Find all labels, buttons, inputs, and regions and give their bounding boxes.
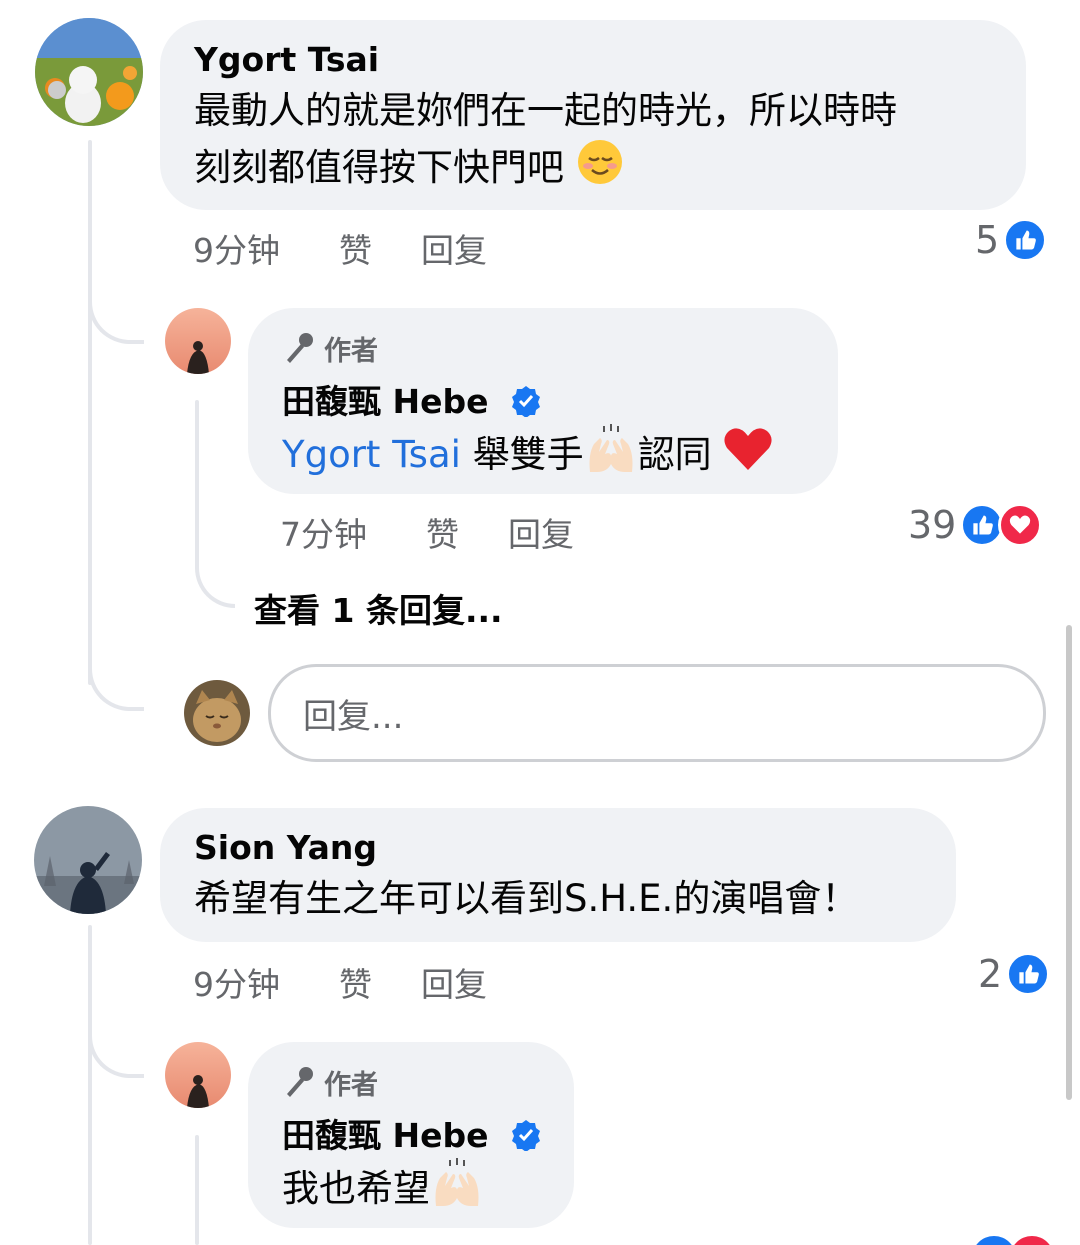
timestamp: 7分钟 [280, 515, 367, 554]
comment-bubble-2[interactable]: Sion Yang 希望有生之年可以看到S.H.E.的演唱會！ [160, 808, 956, 942]
reaction-count: 2 [978, 952, 1003, 996]
reaction-summary-1[interactable]: 5 [975, 218, 1048, 262]
avatar-sion-yang[interactable] [34, 806, 142, 914]
like-reaction-icon [1003, 218, 1048, 262]
timestamp: 9分钟 [193, 231, 280, 270]
reaction-count: 5 [975, 218, 1000, 262]
thread-line-2 [88, 925, 92, 1245]
commenter-name[interactable]: Sion Yang [194, 828, 956, 868]
reply-text: 我也希望 [282, 1158, 574, 1223]
raising-hands-emoji [430, 1158, 484, 1223]
reply-button[interactable]: 回复 [421, 958, 487, 1006]
verified-badge-icon [510, 385, 542, 418]
thread-branch-1 [88, 300, 144, 344]
comment-bubble-1[interactable]: Ygort Tsai 最動人的就是妳們在一起的時光，所以時時 刻刻都值得按下快門… [160, 20, 1026, 210]
reaction-summary-reply-1[interactable]: 39 [908, 503, 1043, 547]
commenter-name[interactable]: Ygort Tsai [194, 40, 1026, 80]
reply-input-placeholder: 回复... [303, 696, 404, 737]
scrollbar[interactable] [1066, 625, 1072, 1100]
mention-link[interactable]: Ygort Tsai [282, 433, 461, 476]
raising-hands-emoji [584, 424, 638, 489]
reply-button[interactable]: 回复 [508, 508, 574, 556]
smiling-face-emoji [576, 138, 624, 201]
reply-input[interactable]: 回复... [268, 664, 1046, 762]
reaction-count: 39 [908, 503, 957, 547]
reply-button[interactable]: 回复 [421, 224, 487, 272]
reaction-summary-2[interactable]: 2 [978, 952, 1051, 996]
comment-meta-2: 9分钟 赞 回复 [193, 958, 487, 1006]
avatar-current-user[interactable] [184, 680, 250, 746]
view-replies-link[interactable]: 查看 1 条回复... [254, 584, 503, 632]
thread-line-reply-2 [195, 1135, 199, 1245]
like-button[interactable]: 赞 [426, 508, 508, 556]
author-tag-label: 作者 [324, 335, 378, 367]
thread-line-reply-1 [195, 400, 199, 570]
reply-author-name[interactable]: 田馥甄 Hebe [282, 1116, 574, 1156]
like-button[interactable]: 赞 [339, 958, 421, 1006]
reply-bubble-2[interactable]: 作者 田馥甄 Hebe 我也希望 [248, 1042, 574, 1228]
like-reaction-icon [1006, 952, 1051, 996]
microphone-icon [287, 333, 313, 363]
reaction-summary-reply-2-partial [972, 1236, 1062, 1245]
thread-line-1 [88, 140, 92, 685]
author-tag-label: 作者 [324, 1069, 378, 1101]
love-reaction-icon [998, 503, 1043, 547]
thread-branch-3 [88, 1030, 144, 1078]
author-tag: 作者 [282, 1062, 574, 1102]
thread-branch-view [195, 560, 235, 608]
reply-text: Ygort Tsai 舉雙手 認同 [282, 424, 838, 489]
avatar-hebe[interactable] [165, 308, 231, 374]
reply-author-name[interactable]: 田馥甄 Hebe [282, 382, 838, 422]
author-tag: 作者 [282, 328, 838, 368]
red-heart-emoji [723, 426, 773, 487]
thread-branch-2 [88, 665, 144, 711]
avatar-hebe[interactable] [165, 1042, 231, 1108]
microphone-icon [287, 1067, 313, 1097]
reply-meta-1: 7分钟 赞 回复 [280, 508, 574, 556]
timestamp: 9分钟 [193, 965, 280, 1004]
comment-meta-1: 9分钟 赞 回复 [193, 224, 487, 272]
reply-bubble-1[interactable]: 作者 田馥甄 Hebe Ygort Tsai 舉雙手 認同 [248, 308, 838, 494]
like-button[interactable]: 赞 [339, 224, 421, 272]
verified-badge-icon [510, 1119, 542, 1152]
comment-text: 希望有生之年可以看到S.H.E.的演唱會！ [194, 877, 859, 920]
avatar-ygort-tsai[interactable] [35, 18, 143, 126]
comment-text: 最動人的就是妳們在一起的時光，所以時時 刻刻都值得按下快門吧 [194, 84, 1026, 201]
